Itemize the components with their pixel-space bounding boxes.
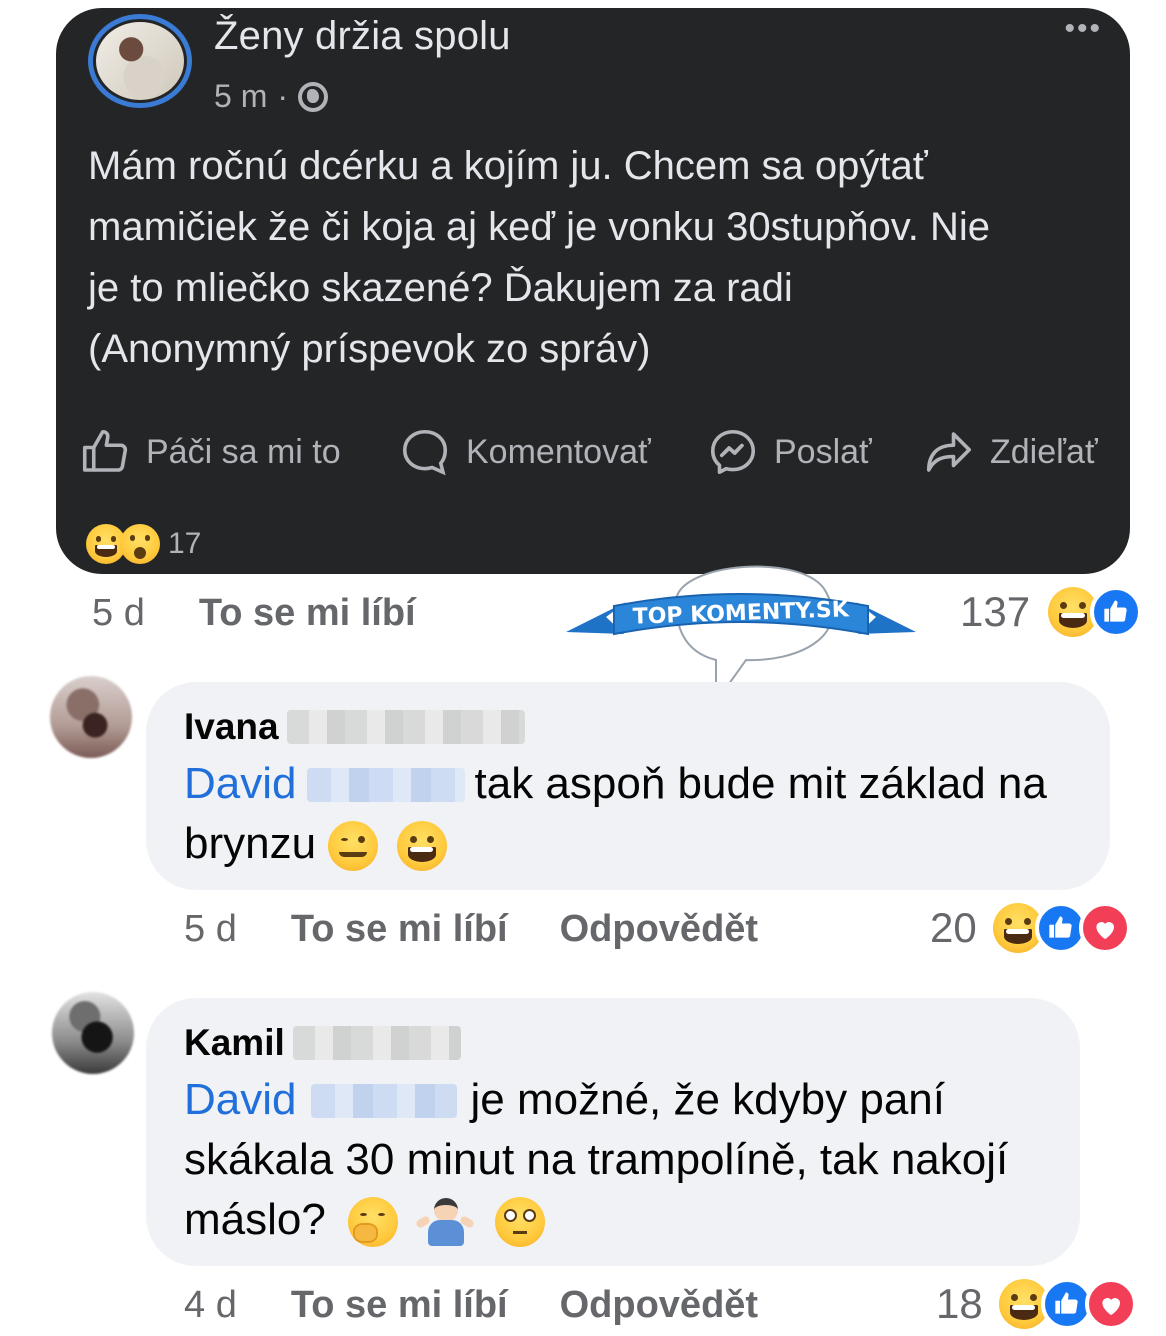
comment-bubble: Kamil David je možné, že kdyby paní skáka… <box>146 998 1080 1266</box>
comment-actions: 5 d To se mi líbí Odpovědět <box>184 908 758 951</box>
post-action-bar: Páči sa mi to Komentovať Poslať Zdieľať <box>78 424 1118 480</box>
post-footer: 5 d To se mi líbí <box>92 592 416 635</box>
comment-like-link[interactable]: To se mi líbí <box>291 908 508 951</box>
post-time[interactable]: 5 m <box>214 78 267 115</box>
commenter-avatar[interactable] <box>50 676 132 758</box>
blurred-mention-surname <box>310 1084 457 1118</box>
like-label: Páči sa mi to <box>146 432 341 471</box>
eye-roll-face-icon <box>494 1197 545 1248</box>
comment-author[interactable]: Kamil <box>184 1022 461 1064</box>
comment-text: je možné, že kdyby paní <box>470 1075 945 1124</box>
person-shrugging-icon <box>415 1196 476 1248</box>
comment-bubble: Ivana David tak aspoň bude mit základ na … <box>146 682 1110 890</box>
comment-text: brynzu <box>184 819 317 868</box>
like-button[interactable]: Páči sa mi to <box>78 424 341 480</box>
blurred-surname <box>292 1026 461 1060</box>
comment-author-name: Ivana <box>184 706 279 747</box>
commenter-avatar[interactable] <box>52 992 134 1074</box>
comment-actions: 4 d To se mi líbí Odpovědět <box>184 1284 758 1327</box>
comment-reply-link[interactable]: Odpovědět <box>560 1284 758 1327</box>
mention-link[interactable]: David <box>184 1075 297 1124</box>
comment-label: Komentovať <box>466 432 651 471</box>
like-icon <box>82 429 128 472</box>
send-label: Poslať <box>774 432 872 471</box>
comment-reactions[interactable]: 18 <box>936 1278 1137 1330</box>
wow-reaction-icon <box>120 524 160 564</box>
post-footer-reactions[interactable]: 137 <box>960 586 1143 638</box>
comment-reactions[interactable]: 20 <box>930 902 1131 954</box>
love-reaction-icon <box>1084 1278 1137 1330</box>
post-footer-time[interactable]: 5 d <box>92 592 145 635</box>
post-text-line: je to mliečko skazené? Ďakujem za radi <box>88 266 793 310</box>
send-button[interactable]: Poslať <box>706 424 872 480</box>
post-text-line: mamičiek že či koja aj keď je vonku 30st… <box>88 205 991 249</box>
comment-text-line: skákala 30 minut na trampolíně, tak nako… <box>184 1130 1008 1190</box>
post-footer-like-link[interactable]: To se mi líbí <box>199 592 416 635</box>
love-reaction-icon <box>1078 902 1131 954</box>
comment-reaction-count: 18 <box>936 1280 983 1327</box>
comment-text: skákala 30 minut na trampolíně, tak nako… <box>184 1135 1009 1184</box>
mention-link[interactable]: David <box>184 759 297 808</box>
comment-reaction-count: 20 <box>930 904 977 951</box>
comment-time[interactable]: 4 d <box>184 1284 237 1327</box>
comment-text: máslo? <box>184 1195 326 1244</box>
blurred-mention-surname <box>306 768 465 802</box>
post-reaction-count: 17 <box>168 527 202 560</box>
post-text-line: Mám ročnú dcérku a kojím ju. Chcem sa op… <box>88 144 928 188</box>
group-name[interactable]: Ženy držia spolu <box>214 14 511 59</box>
comment-reply-link[interactable]: Odpovědět <box>560 908 758 951</box>
share-icon <box>926 432 972 472</box>
share-button[interactable]: Zdieľať <box>922 424 1098 480</box>
blurred-surname <box>286 710 525 744</box>
winking-face-icon <box>328 821 379 872</box>
comment-author-name: Kamil <box>184 1022 285 1063</box>
share-label: Zdieľať <box>990 432 1098 471</box>
messenger-icon <box>710 429 756 475</box>
comment-time[interactable]: 5 d <box>184 908 237 951</box>
hand-over-mouth-face-icon <box>348 1197 399 1248</box>
group-avatar[interactable] <box>88 14 192 108</box>
more-options-icon[interactable]: ••• <box>1064 12 1102 46</box>
post-text: Mám ročnú dcérku a kojím ju. Chcem sa op… <box>88 136 1098 380</box>
comment-text-line: máslo? <box>184 1190 545 1250</box>
comment-author[interactable]: Ivana <box>184 706 525 748</box>
post-footer-reaction-count: 137 <box>960 588 1031 635</box>
globe-icon <box>298 81 328 112</box>
comment-text-line: David je možné, že kdyby paní <box>184 1070 945 1130</box>
comment-text: tak aspoň bude mit základ na <box>474 759 1047 808</box>
comment-button[interactable]: Komentovať <box>398 424 651 480</box>
like-reaction-icon <box>1090 586 1143 638</box>
comment-icon <box>402 429 448 476</box>
post-meta: 5 m · <box>214 78 328 115</box>
post-text-line: (Anonymný príspevok zo správ) <box>88 327 651 371</box>
post-reaction-summary[interactable]: 17 <box>86 524 201 564</box>
comment-text-line: brynzu <box>184 814 447 874</box>
shared-post-card: Ženy držia spolu 5 m · ••• Mám ročnú dcé… <box>56 8 1130 574</box>
meta-separator: · <box>277 78 288 114</box>
grinning-face-icon <box>396 821 447 872</box>
comment-like-link[interactable]: To se mi líbí <box>291 1284 508 1327</box>
comment-text-line: David tak aspoň bude mit základ na <box>184 754 1047 814</box>
